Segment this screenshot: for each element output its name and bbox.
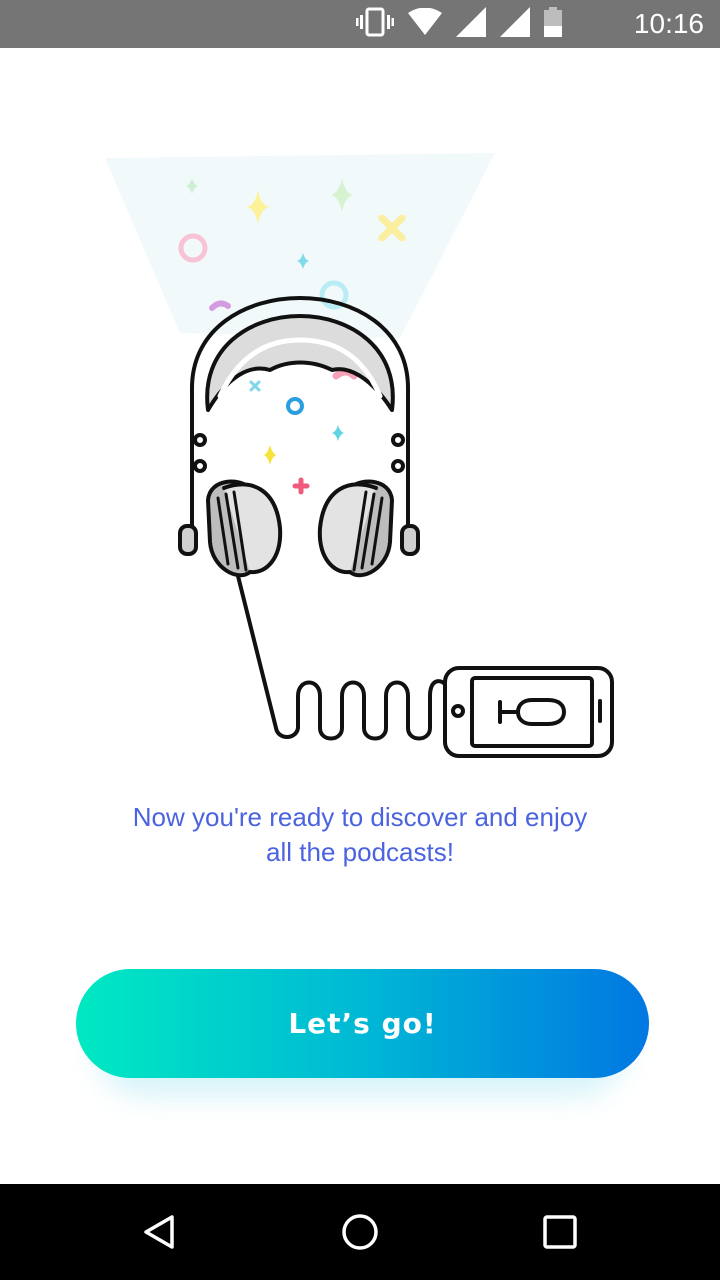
- home-button[interactable]: [336, 1208, 384, 1256]
- onboarding-screen: Now you're ready to discover and enjoy a…: [0, 48, 720, 1184]
- back-button[interactable]: [136, 1208, 184, 1256]
- status-time: 10:16: [633, 8, 704, 39]
- home-icon: [342, 1214, 378, 1250]
- back-icon: [144, 1215, 174, 1249]
- battery-icon: [544, 6, 562, 42]
- wifi-icon: [408, 7, 442, 41]
- light-beam: [105, 153, 495, 338]
- recents-icon: [543, 1215, 577, 1249]
- status-bar: 10:16: [0, 0, 720, 48]
- recents-button[interactable]: [536, 1208, 584, 1256]
- message-line-1: Now you're ready to discover and enjoy: [132, 802, 588, 832]
- phone-icon: [443, 666, 614, 758]
- onboarding-message: Now you're ready to discover and enjoy a…: [60, 800, 660, 870]
- lets-go-button[interactable]: Let’s go!: [76, 969, 649, 1078]
- headphones-icon: [178, 296, 448, 741]
- signal-icon: [456, 6, 486, 42]
- signal-icon: [500, 6, 530, 42]
- status-icons: [356, 6, 562, 42]
- message-line-2: all the podcasts!: [266, 837, 454, 867]
- vibrate-icon: [356, 7, 394, 42]
- navigation-bar: [0, 1184, 720, 1280]
- headphones-illustration: [105, 153, 614, 758]
